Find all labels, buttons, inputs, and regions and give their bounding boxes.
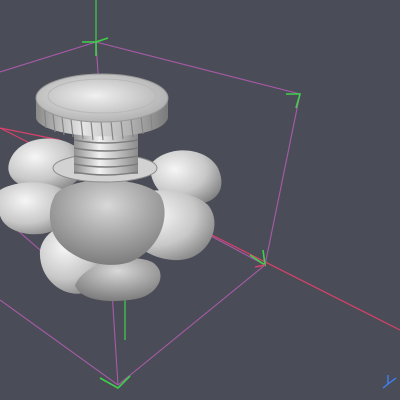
3d-viewport[interactable] — [0, 0, 400, 400]
bbox-edge — [0, 299, 119, 386]
bbox-edge — [264, 93, 301, 266]
corner-gizmo-bottom — [99, 375, 131, 389]
axis-triad-icon — [382, 375, 397, 389]
model-thread[interactable] — [73, 134, 139, 176]
corner-gizmo-top — [82, 37, 109, 56]
thread-shank — [74, 134, 138, 174]
bbox-edge — [0, 41, 97, 73]
model-head[interactable] — [35, 73, 169, 141]
x-axis-line — [0, 127, 61, 141]
head-top — [35, 73, 169, 123]
scene-canvas[interactable] — [0, 0, 400, 400]
